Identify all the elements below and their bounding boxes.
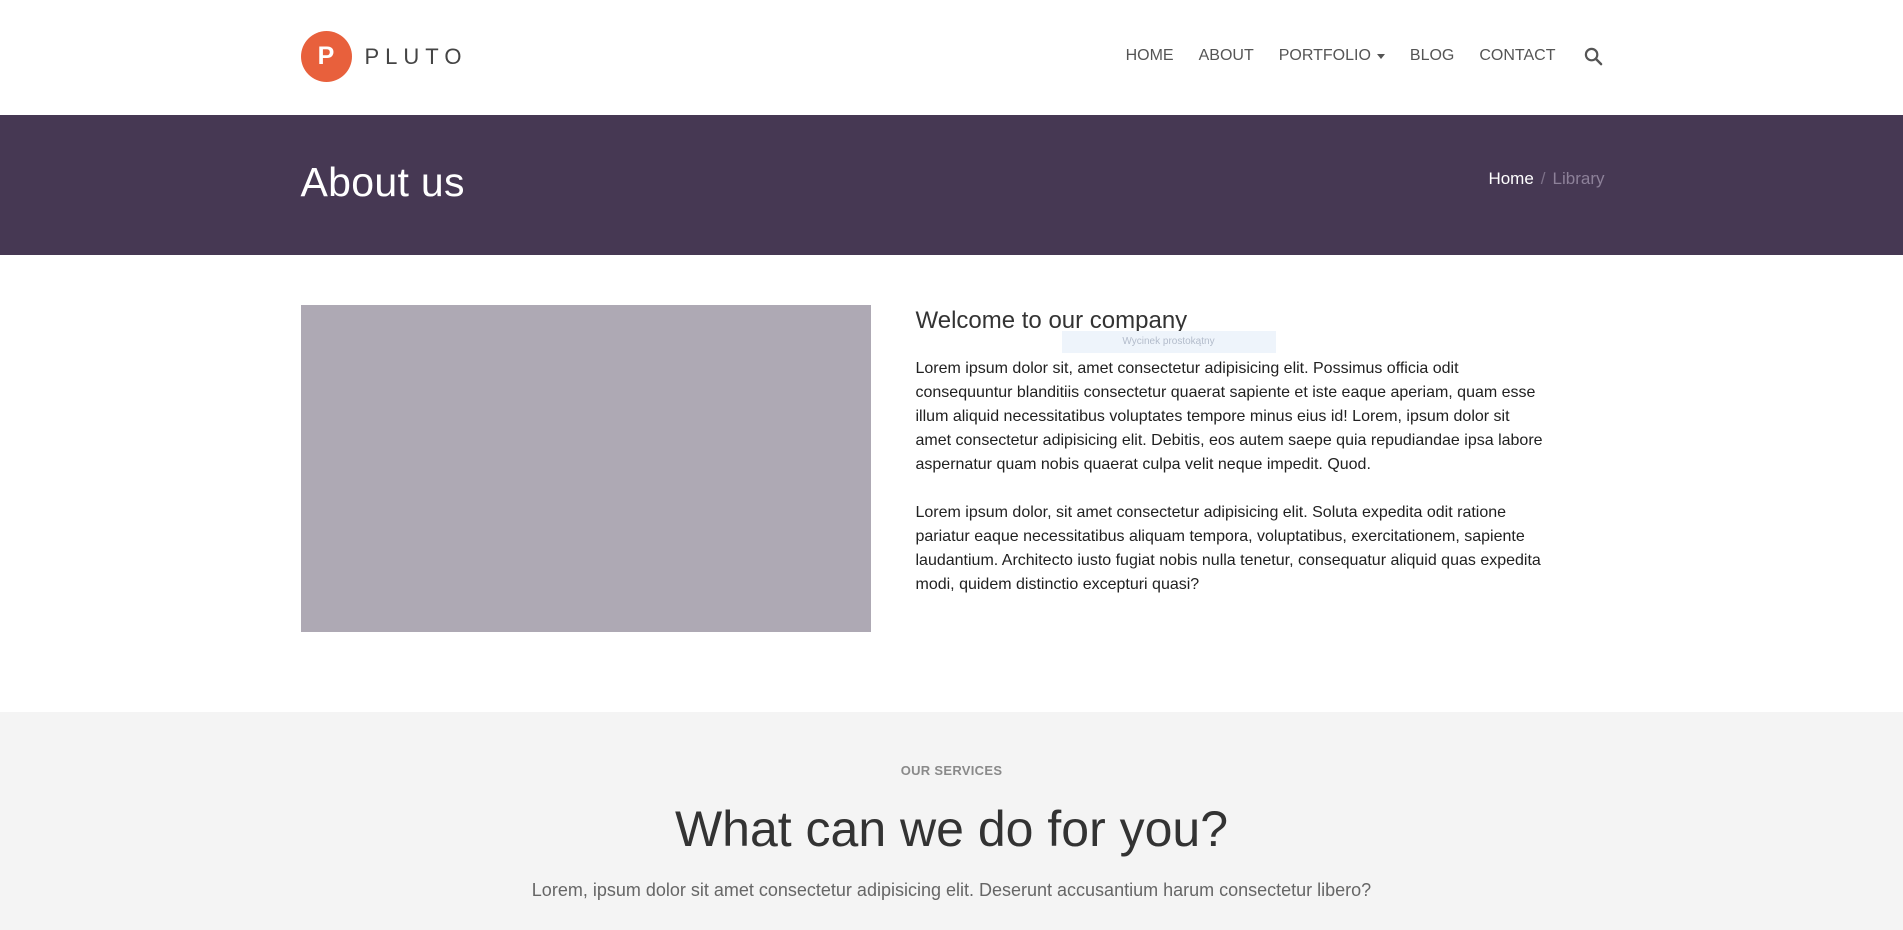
nav-item-home[interactable]: HOME [1126, 45, 1174, 67]
nav-item-blog[interactable]: BLOG [1410, 45, 1454, 67]
main-nav: HOME ABOUT PORTFOLIO BLOG CONTACT [1101, 45, 1605, 67]
nav-item-portfolio[interactable]: PORTFOLIO [1279, 45, 1385, 67]
services-subtitle: Lorem, ipsum dolor sit amet consectetur … [531, 880, 1372, 900]
about-paragraph-2: Lorem ipsum dolor, sit amet consectetur … [915, 504, 1541, 593]
site-header: P PLUTO HOME ABOUT PORTFOLIO BLOG CONTAC… [0, 0, 1903, 115]
nav-item-about[interactable]: ABOUT [1199, 45, 1254, 67]
nav-item-contact[interactable]: CONTACT [1479, 45, 1555, 67]
breadcrumb-separator: / [1540, 169, 1546, 188]
breadcrumb-home-link[interactable]: Home [1488, 169, 1533, 189]
logo[interactable]: P PLUTO [300, 31, 468, 82]
services-eyebrow: OUR SERVICES [900, 763, 1003, 778]
page-title: About us [300, 159, 465, 205]
about-text-block: Welcome to our company Wycinek prostokąt… [916, 305, 1546, 621]
about-paragraph-1: Lorem ipsum dolor sit, amet consectetur … [915, 360, 1543, 473]
search-icon [1584, 47, 1603, 65]
logo-mark: P [300, 31, 352, 82]
about-image-placeholder [300, 305, 871, 632]
services-section: OUR SERVICES What can we do for you? Lor… [0, 712, 1903, 930]
chevron-down-icon [1376, 53, 1385, 59]
logo-text: PLUTO [364, 43, 468, 69]
breadcrumb-current: Library [1552, 169, 1605, 188]
services-title: What can we do for you? [674, 801, 1229, 857]
about-section: Welcome to our company Wycinek prostokąt… [0, 255, 1903, 712]
search-button[interactable] [1583, 45, 1605, 67]
nav-item-portfolio-label: PORTFOLIO [1278, 47, 1371, 64]
page-banner: About us Home / Library [0, 115, 1903, 255]
breadcrumb: Home / Library [1488, 169, 1604, 189]
snip-tooltip: Wycinek prostokątny [1061, 331, 1276, 353]
